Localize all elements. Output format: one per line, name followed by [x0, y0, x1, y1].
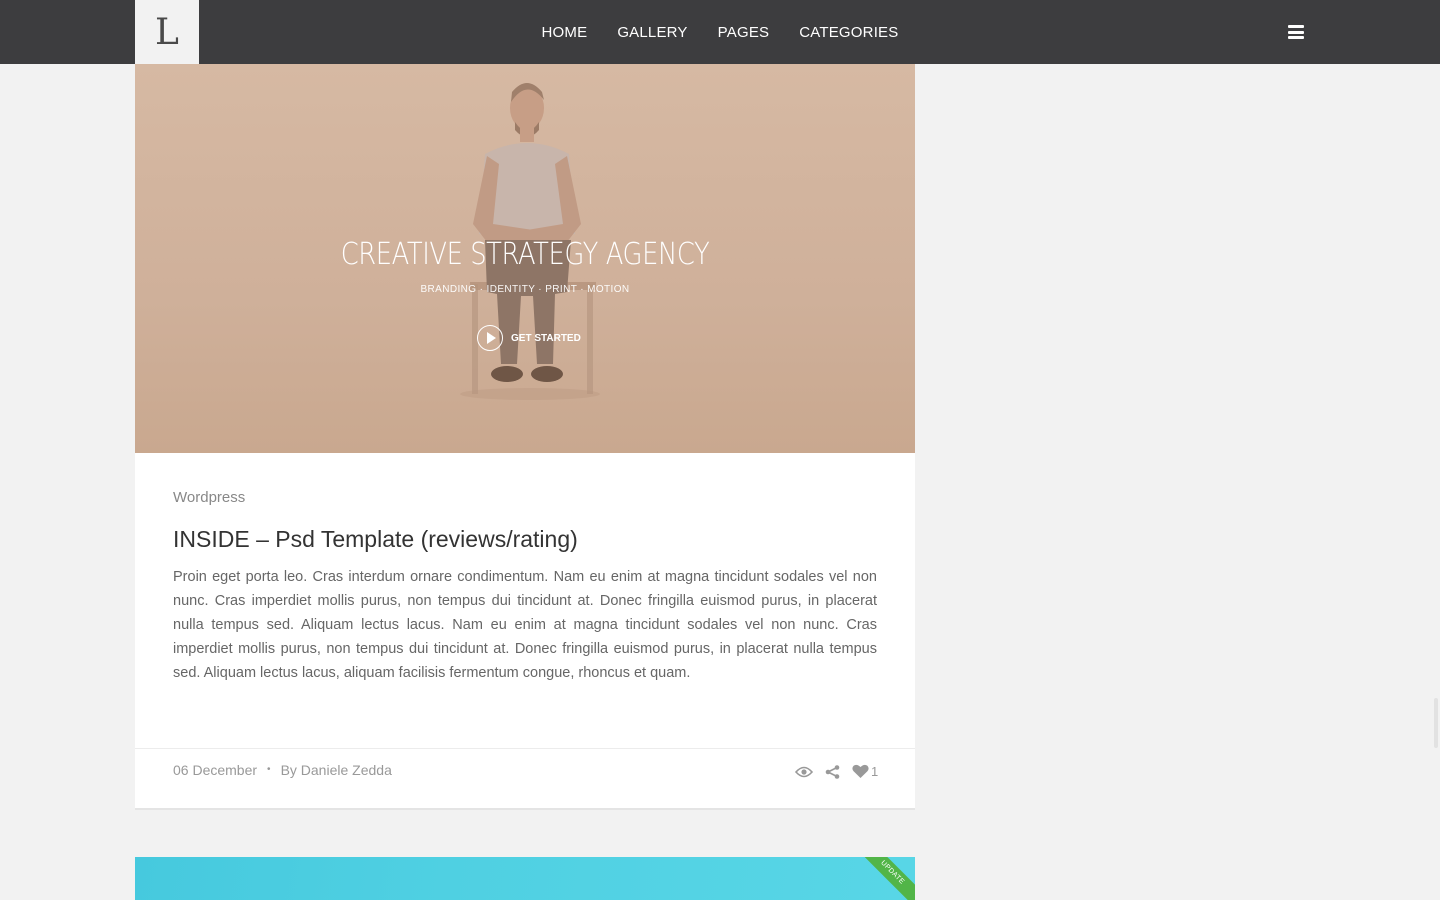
like-button[interactable]: 1 [852, 764, 878, 779]
meta-separator: • [267, 764, 271, 775]
eye-icon[interactable] [795, 766, 813, 778]
nav-pages[interactable]: PAGES [718, 24, 770, 41]
main-nav: HOME GALLERY PAGES CATEGORIES [0, 0, 1440, 64]
scrollbar[interactable] [1434, 698, 1438, 748]
next-post-card[interactable]: UPDATE [135, 857, 915, 900]
post-date: 06 December [173, 762, 258, 778]
get-started-button[interactable]: GET STARTED [477, 325, 581, 351]
divider [135, 748, 915, 749]
nav-categories[interactable]: CATEGORIES [799, 24, 898, 41]
post-card: CREATIVE STRATEGY AGENCY BRANDING · IDEN… [135, 64, 915, 810]
post-category-link[interactable]: Wordpress [173, 489, 245, 506]
post-hero-image[interactable]: CREATIVE STRATEGY AGENCY BRANDING · IDEN… [135, 64, 915, 453]
post-title[interactable]: INSIDE – Psd Template (reviews/rating) [173, 526, 578, 553]
nav-home[interactable]: HOME [542, 24, 588, 41]
share-icon[interactable] [825, 764, 840, 779]
play-icon [477, 325, 503, 351]
hero-tagline: BRANDING · IDENTITY · PRINT · MOTION [420, 284, 630, 295]
nav-gallery[interactable]: GALLERY [617, 24, 687, 41]
top-bar: L HOME GALLERY PAGES CATEGORIES [0, 0, 1440, 64]
post-author[interactable]: By Daniele Zedda [281, 762, 392, 778]
get-started-label: GET STARTED [511, 332, 581, 344]
heart-icon [852, 764, 869, 778]
like-count: 1 [871, 764, 879, 779]
hero-headline: CREATIVE STRATEGY AGENCY [340, 237, 710, 272]
hamburger-icon[interactable] [1288, 25, 1304, 39]
update-ribbon: UPDATE [854, 857, 915, 900]
post-actions: 1 [795, 764, 878, 779]
post-excerpt: Proin eget porta leo. Cras interdum orna… [173, 569, 877, 681]
post-meta: 06 December • By Daniele Zedda [173, 762, 392, 778]
